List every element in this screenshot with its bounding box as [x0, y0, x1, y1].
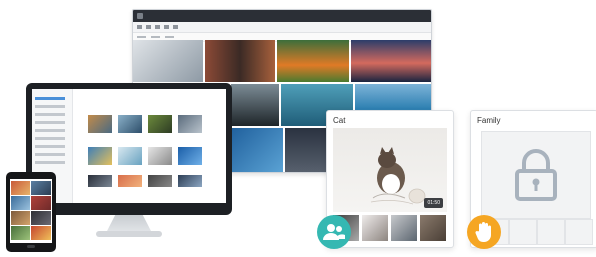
album-thumbnail[interactable]: [391, 215, 417, 241]
sidebar-item[interactable]: [35, 97, 65, 100]
photo-thumbnail[interactable]: [31, 226, 51, 240]
app-logo-icon: [137, 13, 143, 19]
toolbar-upload-icon[interactable]: [155, 25, 160, 29]
photo-thumbnail[interactable]: [11, 181, 30, 195]
window-toolbar: [133, 22, 431, 33]
photo-thumbnail[interactable]: [148, 147, 172, 165]
sidebar-item[interactable]: [35, 121, 65, 124]
sidebar-item[interactable]: [35, 137, 65, 140]
photo-thumbnail[interactable]: [178, 115, 202, 133]
sidebar-item[interactable]: [35, 129, 65, 132]
photo-thumbnail[interactable]: [88, 115, 112, 133]
photo-tile[interactable]: [231, 84, 279, 126]
home-button[interactable]: [27, 245, 35, 248]
lock-icon: [515, 149, 557, 201]
locked-thumbnail: [565, 219, 593, 245]
photo-thumbnail[interactable]: [88, 175, 112, 187]
photo-thumbnail[interactable]: [31, 211, 51, 225]
menu-item[interactable]: [151, 36, 160, 38]
photo-thumbnail[interactable]: [148, 175, 172, 187]
menu-item[interactable]: [165, 36, 174, 38]
toolbar-delete-icon[interactable]: [173, 25, 178, 29]
toolbar-forward-icon[interactable]: [146, 25, 151, 29]
photo-thumbnail[interactable]: [118, 115, 142, 133]
locked-cover: [481, 131, 591, 219]
desktop-monitor: [26, 83, 232, 215]
photo-tile[interactable]: [351, 40, 431, 82]
window-titlebar: [133, 10, 431, 22]
album-title: Cat: [333, 116, 346, 125]
photo-tile[interactable]: [133, 40, 203, 82]
toolbar-share-icon[interactable]: [164, 25, 169, 29]
sidebar-item[interactable]: [35, 153, 65, 156]
private-album-badge: [467, 215, 501, 249]
photo-tile[interactable]: [205, 40, 275, 82]
photo-tile[interactable]: [277, 40, 349, 82]
hand-stop-icon: [475, 222, 491, 242]
photo-thumbnail[interactable]: [178, 147, 202, 165]
album-thumbnail[interactable]: [420, 215, 446, 241]
photo-thumbnail[interactable]: [118, 147, 142, 165]
shared-album-badge: [317, 215, 351, 249]
photo-thumbnail[interactable]: [11, 196, 30, 210]
photo-thumbnail[interactable]: [88, 147, 112, 165]
monitor-screen: [32, 89, 226, 203]
monitor-base: [96, 231, 162, 237]
phone-screen: [10, 179, 52, 243]
duration-badge: 01:50: [424, 198, 443, 208]
smartphone: [6, 172, 56, 252]
sidebar-item[interactable]: [35, 105, 65, 108]
menu-item[interactable]: [137, 36, 146, 38]
sidebar-item[interactable]: [35, 145, 65, 148]
photo-thumbnail[interactable]: [178, 175, 202, 187]
photo-thumbnail[interactable]: [118, 175, 142, 187]
photo-thumbnail[interactable]: [11, 226, 30, 240]
photo-thumbnail[interactable]: [31, 196, 51, 210]
photo-thumbnail[interactable]: [11, 211, 30, 225]
toolbar-back-icon[interactable]: [137, 25, 142, 29]
locked-thumbnail: [509, 219, 537, 245]
people-group-icon: [323, 224, 345, 240]
album-cover-photo[interactable]: 01:50: [333, 128, 447, 212]
locked-thumbnail: [537, 219, 565, 245]
photo-thumbnail[interactable]: [31, 181, 51, 195]
album-title: Family: [477, 116, 501, 125]
album-thumbnail[interactable]: [362, 215, 388, 241]
sidebar-item[interactable]: [35, 113, 65, 116]
photo-tile[interactable]: [229, 128, 283, 172]
photo-thumbnail[interactable]: [148, 115, 172, 133]
sidebar-item[interactable]: [35, 161, 65, 164]
